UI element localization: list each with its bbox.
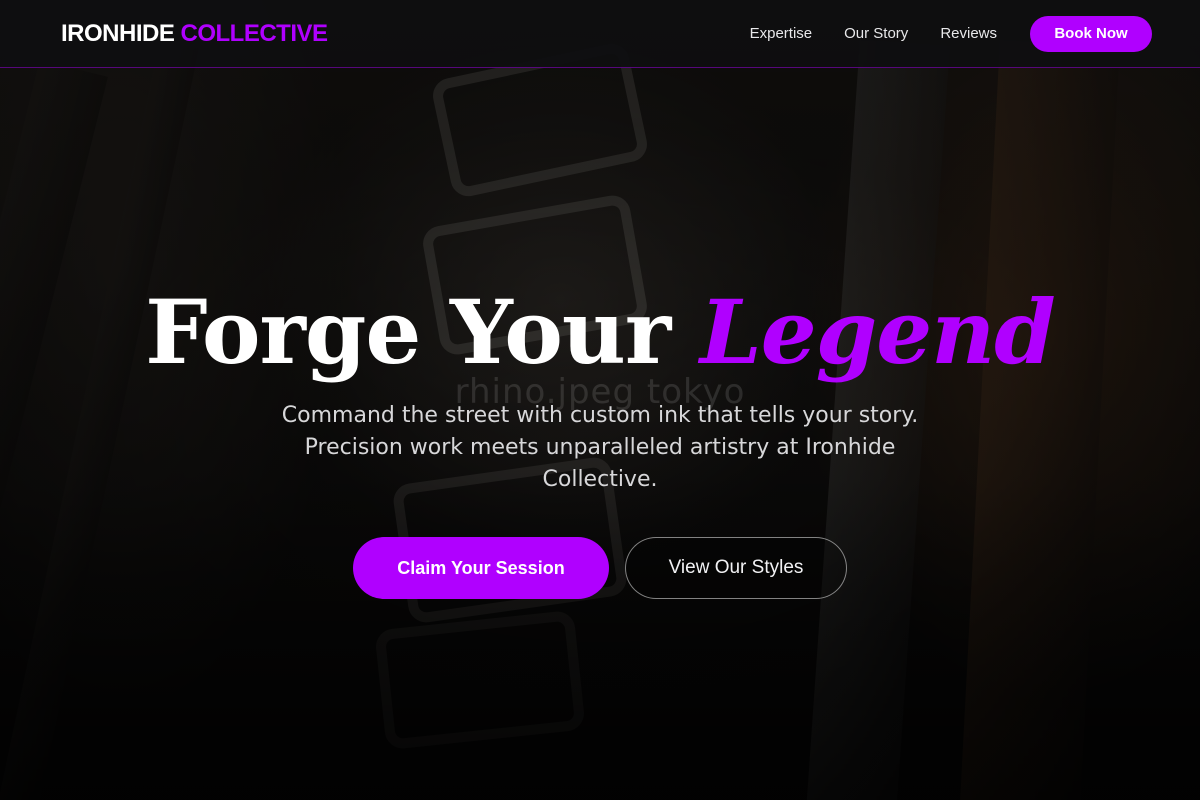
- hero-section: Forge Your Legend rhino.jpeg tokyo Comma…: [0, 0, 1200, 800]
- hero-headline-main: Forge Your: [145, 280, 671, 384]
- hero-headline-accent: Legend: [699, 280, 1056, 384]
- hero-cta-group: Claim Your Session View Our Styles: [353, 537, 847, 599]
- book-now-button[interactable]: Book Now: [1030, 15, 1152, 52]
- site-header: IRONHIDE COLLECTIVE Expertise Our Story …: [0, 0, 1200, 68]
- main-nav: Expertise Our Story Reviews Book Now: [750, 15, 1152, 52]
- claim-session-button[interactable]: Claim Your Session: [353, 537, 609, 599]
- brand-name-accent: COLLECTIVE: [180, 19, 329, 47]
- nav-link-reviews[interactable]: Reviews: [940, 25, 997, 42]
- hero-subtitle: Command the street with custom ink that …: [281, 403, 919, 492]
- nav-link-our-story[interactable]: Our Story: [844, 25, 908, 42]
- brand-logo[interactable]: IRONHIDE COLLECTIVE: [61, 20, 328, 48]
- view-styles-button[interactable]: View Our Styles: [625, 537, 847, 599]
- brand-name-primary: IRONHIDE: [61, 19, 175, 47]
- nav-link-expertise[interactable]: Expertise: [750, 25, 813, 42]
- hero-headline: Forge Your Legend: [0, 280, 1200, 384]
